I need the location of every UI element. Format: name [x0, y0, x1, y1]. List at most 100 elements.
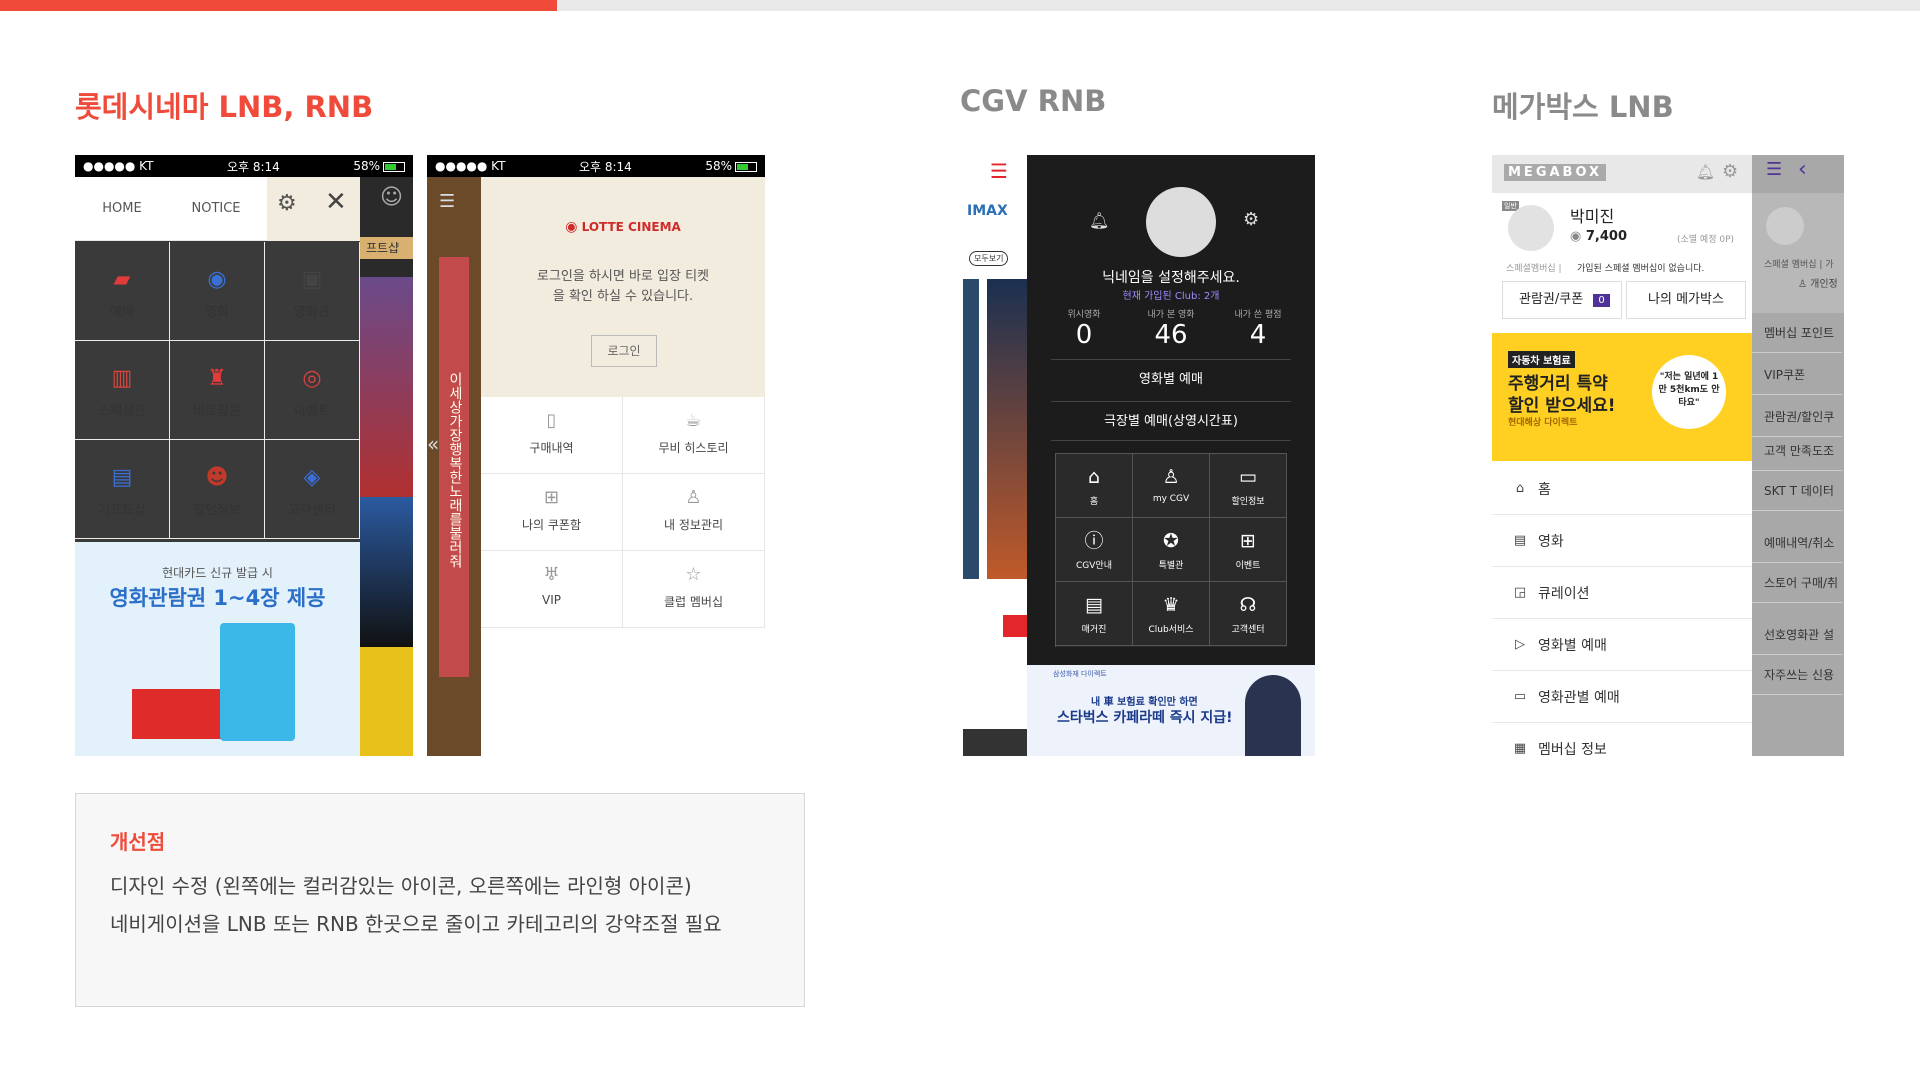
rnb-login-panel: ◉ LOTTE CINEMA 로그인을 하시면 바로 입장 티켓 을 확인 하실… — [481, 177, 765, 397]
rnb-item-profile[interactable]: ♙ 내 정보관리 — [623, 474, 765, 551]
ticket-icon: ▰ — [113, 267, 131, 292]
cgv-item-mycgv[interactable]: ♙ my CGV — [1133, 454, 1210, 518]
stat-wish[interactable]: 위시영화 0 — [1049, 307, 1119, 350]
mb-menu-movie[interactable]: ▤ 영화 — [1492, 515, 1752, 567]
menu-movie-reserve[interactable]: 영화별 예매 — [1051, 359, 1291, 399]
ad-caption: 현대카드 신규 발급 시 — [162, 566, 273, 580]
cgv-item-club[interactable]: ♛ Club서비스 — [1133, 582, 1210, 646]
card-image — [220, 623, 295, 741]
cgv-ad-banner[interactable]: 삼성화재 다이렉트 내 車 보험료 확인만 하면 스타벅스 카페라떼 즉시 지급… — [1027, 665, 1315, 756]
mb-menu-movie-reserve[interactable]: ▷ 영화별 예매 — [1492, 619, 1752, 671]
cgv-item-discount[interactable]: ▭ 할인정보 — [1210, 454, 1287, 518]
close-icon[interactable]: ✕ — [325, 187, 347, 217]
bell-icon[interactable]: 🔔︎ — [1696, 163, 1715, 181]
cgv-item-customer[interactable]: ☊ 고객센터 — [1210, 582, 1287, 646]
expire-label: (소멸 예정 0P) — [1677, 235, 1735, 245]
gear-icon[interactable]: ⚙ — [277, 191, 297, 216]
slide-progress-fill — [0, 0, 557, 11]
avatar[interactable] — [1508, 205, 1554, 251]
mb-menu-home[interactable]: ⌂ 홈 — [1492, 463, 1752, 515]
gear-icon[interactable]: ⚙ — [1243, 209, 1259, 230]
membership-icon: ▦ — [1513, 741, 1527, 756]
menu-icon[interactable]: ☰ — [439, 191, 455, 212]
ad-tag: 자동차 보험료 — [1508, 351, 1575, 368]
background-item: 고객 만족도조 — [1752, 431, 1842, 471]
my-icon[interactable]: ☺ — [380, 185, 403, 210]
user-icon: ♙ — [1798, 279, 1807, 290]
rnb-item-coupon[interactable]: ⊞ 나의 쿠폰함 — [481, 474, 623, 551]
lnb-item-movie[interactable]: ◉ 영화 — [170, 242, 265, 341]
tab-notice[interactable]: NOTICE — [169, 177, 263, 241]
rnb-item-club[interactable]: ☆ 클럽 멤버십 — [623, 551, 765, 628]
background-poster-2 — [360, 497, 413, 647]
coupon-button[interactable]: 관람권/쿠폰 0 — [1502, 281, 1622, 319]
lnb-item-giftshop[interactable]: ▤ 기프트샵 — [75, 440, 170, 539]
avatar[interactable] — [1146, 187, 1216, 257]
trophy-icon: ♅ — [543, 564, 560, 585]
theater-icon: ▭ — [1513, 689, 1527, 704]
info-icon: ⓘ — [1084, 530, 1104, 552]
menu-theater-reserve[interactable]: 극장별 예매(상영시간표) — [1051, 401, 1291, 441]
background-item: SKT T 데이터 — [1752, 471, 1842, 511]
view-all-button[interactable]: 모두보기 — [969, 251, 1009, 266]
ad-headline: 영화관람권 1~4장 제공 — [109, 586, 326, 610]
lnb-item-popcorn[interactable]: ♜ 바로팝콘 — [170, 341, 265, 440]
rnb-item-history[interactable]: ☕ 무비 히스토리 — [623, 397, 765, 474]
mb-menu-curation[interactable]: ◲ 큐레이션 — [1492, 567, 1752, 619]
background-item: VIP쿠폰 — [1752, 355, 1842, 395]
background-profile: 스페셜 멤버십 | 가 ♙ 개인정 — [1752, 193, 1844, 313]
login-message-1: 로그인을 하시면 바로 입장 티켓 — [536, 269, 709, 284]
ad-sponsor: 삼성화재 다이렉트 — [1053, 670, 1107, 678]
lotte-rnb-screenshot: ●●●●● KT 오후 8:14 58% ☰ 이세상가장행복한노래를불러줘 « … — [427, 155, 765, 756]
cgv-item-special[interactable]: ✪ 특별관 — [1133, 518, 1210, 582]
rnb-item-purchase[interactable]: ▯ 구매내역 — [481, 397, 623, 474]
cgv-item-home[interactable]: ⌂ 홈 — [1056, 454, 1133, 518]
background-app: ☰ IMAX 모두보기 — [963, 155, 1027, 756]
megabox-ad-banner[interactable]: 자동차 보험료 주행거리 특약 할인 받으세요! 현대해상 다이렉트 "저는 일… — [1492, 333, 1752, 461]
stat-ratings[interactable]: 내가 쓴 평점 4 — [1223, 307, 1293, 350]
cgv-panel: 🔔︎ ⚙ 닉네임을 설정해주세요. 현재 가입된 Club: 2개 위시영화 0 … — [1027, 155, 1315, 665]
menu-icon[interactable]: ☰ — [1766, 159, 1782, 180]
gift-icon: ⊞ — [1240, 530, 1256, 552]
cgv-item-info[interactable]: ⓘ CGV안내 — [1056, 518, 1133, 582]
improvement-note: 개선점 디자인 수정 (왼쪽에는 컬러감있는 아이콘, 오른쪽에는 라인형 아이… — [75, 793, 805, 1007]
hamburger-icon[interactable]: ☰ — [990, 159, 1008, 183]
status-bar: ●●●●● KT 오후 8:14 58% — [75, 155, 413, 177]
note-title: 개선점 — [110, 830, 166, 854]
lnb-item-customer[interactable]: ◈ 고객센터 — [265, 440, 360, 539]
coupon-count-badge: 0 — [1593, 294, 1610, 307]
my-megabox-button[interactable]: 나의 메가박스 — [1626, 281, 1746, 319]
background-note: 스페셜 멤버십 | 가 — [1764, 260, 1834, 270]
cgv-item-magazine[interactable]: ▤ 매거진 — [1056, 582, 1133, 646]
crown-icon: ♛ — [1162, 594, 1180, 616]
note-line-1: 디자인 수정 (왼쪽에는 컬러감있는 아이콘, 오른쪽에는 라인형 아이콘) — [110, 874, 692, 898]
lnb-item-reserve[interactable]: ▰ 예매 — [75, 242, 170, 341]
bell-icon[interactable]: 🔔︎ — [1089, 211, 1109, 230]
background-poster — [963, 279, 979, 579]
chevron-left-icon[interactable]: ‹ — [1798, 157, 1807, 182]
chevron-left-icon[interactable]: « — [427, 432, 439, 456]
special-membership-label: 스페셜멤버십 | — [1506, 264, 1562, 274]
nickname-label[interactable]: 닉네임을 설정해주세요. — [1027, 267, 1315, 287]
mb-menu-membership[interactable]: ▦ 멤버십 정보 — [1492, 723, 1752, 756]
film-reel-icon: ◉ — [207, 267, 227, 292]
lnb-item-event[interactable]: ◎ 이벤트 — [265, 341, 360, 440]
stat-watched[interactable]: 내가 본 영화 46 — [1136, 307, 1206, 350]
background-footer — [963, 729, 1027, 756]
megabox-lnb-screenshot: MEGABOX 🔔︎ ⚙ 일반 박미진 ◉ 7,400 (소멸 예정 0P) 스… — [1492, 155, 1844, 756]
carrier-label: ●●●●● KT — [435, 159, 506, 173]
rnb-item-vip[interactable]: ♅ VIP — [481, 551, 623, 628]
time-label: 오후 8:14 — [226, 159, 280, 174]
cgv-item-event[interactable]: ⊞ 이벤트 — [1210, 518, 1287, 582]
login-button[interactable]: 로그인 — [591, 335, 657, 367]
lnb-item-discount[interactable]: ☻ 할인정보 — [170, 440, 265, 539]
lnb-ad-banner[interactable]: 현대카드 신규 발급 시 영화관람권 1~4장 제공 — [75, 542, 360, 756]
home-icon: ⌂ — [1515, 481, 1525, 496]
lnb-item-special[interactable]: ▥ 스페셜관 — [75, 341, 170, 440]
tab-home[interactable]: HOME — [75, 177, 169, 241]
gear-icon[interactable]: ⚙ — [1722, 161, 1738, 182]
lnb-item-cinema[interactable]: ▣ 영화관 — [265, 242, 360, 341]
ad-brand: 현대해상 다이렉트 — [1508, 418, 1578, 428]
battery-label: 58% — [705, 159, 732, 173]
mb-menu-theater-reserve[interactable]: ▭ 영화관별 예매 — [1492, 671, 1752, 723]
